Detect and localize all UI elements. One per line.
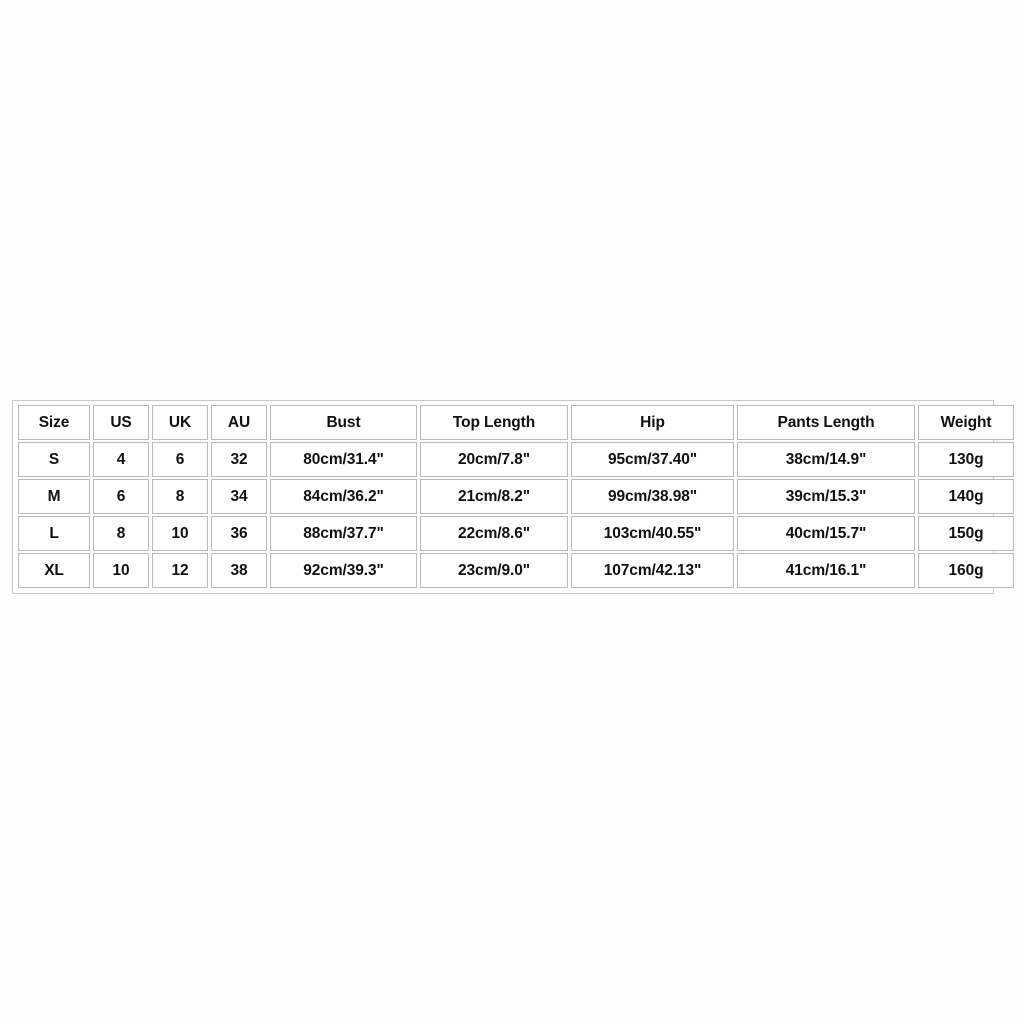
cell-hip: 103cm/40.55" (571, 516, 734, 551)
cell-weight: 150g (918, 516, 1014, 551)
table-row: S 4 6 32 80cm/31.4" 20cm/7.8" 95cm/37.40… (18, 442, 1014, 477)
size-chart-table: Size US UK AU Bust Top Length Hip Pants … (15, 403, 1017, 590)
cell-au: 36 (211, 516, 267, 551)
cell-top-length: 22cm/8.6" (420, 516, 568, 551)
cell-hip: 107cm/42.13" (571, 553, 734, 588)
cell-us: 6 (93, 479, 149, 514)
cell-top-length: 20cm/7.8" (420, 442, 568, 477)
table-header: Size US UK AU Bust Top Length Hip Pants … (18, 405, 1014, 440)
cell-au: 34 (211, 479, 267, 514)
cell-au: 38 (211, 553, 267, 588)
cell-weight: 140g (918, 479, 1014, 514)
cell-pants-length: 38cm/14.9" (737, 442, 915, 477)
cell-bust: 84cm/36.2" (270, 479, 417, 514)
cell-hip: 95cm/37.40" (571, 442, 734, 477)
cell-bust: 80cm/31.4" (270, 442, 417, 477)
column-header-us: US (93, 405, 149, 440)
cell-top-length: 21cm/8.2" (420, 479, 568, 514)
table-row: XL 10 12 38 92cm/39.3" 23cm/9.0" 107cm/4… (18, 553, 1014, 588)
column-header-top-length: Top Length (420, 405, 568, 440)
cell-weight: 160g (918, 553, 1014, 588)
column-header-weight: Weight (918, 405, 1014, 440)
cell-pants-length: 41cm/16.1" (737, 553, 915, 588)
size-chart-container: Size US UK AU Bust Top Length Hip Pants … (12, 400, 1014, 594)
cell-uk: 8 (152, 479, 208, 514)
table-header-row: Size US UK AU Bust Top Length Hip Pants … (18, 405, 1014, 440)
table-row: M 6 8 34 84cm/36.2" 21cm/8.2" 99cm/38.98… (18, 479, 1014, 514)
cell-us: 10 (93, 553, 149, 588)
cell-pants-length: 39cm/15.3" (737, 479, 915, 514)
column-header-uk: UK (152, 405, 208, 440)
cell-size: XL (18, 553, 90, 588)
cell-weight: 130g (918, 442, 1014, 477)
cell-uk: 10 (152, 516, 208, 551)
cell-us: 4 (93, 442, 149, 477)
column-header-hip: Hip (571, 405, 734, 440)
column-header-pants-length: Pants Length (737, 405, 915, 440)
table-row: L 8 10 36 88cm/37.7" 22cm/8.6" 103cm/40.… (18, 516, 1014, 551)
column-header-bust: Bust (270, 405, 417, 440)
cell-size: M (18, 479, 90, 514)
column-header-au: AU (211, 405, 267, 440)
cell-pants-length: 40cm/15.7" (737, 516, 915, 551)
cell-us: 8 (93, 516, 149, 551)
cell-bust: 92cm/39.3" (270, 553, 417, 588)
cell-bust: 88cm/37.7" (270, 516, 417, 551)
cell-uk: 12 (152, 553, 208, 588)
cell-au: 32 (211, 442, 267, 477)
cell-uk: 6 (152, 442, 208, 477)
column-header-size: Size (18, 405, 90, 440)
table-body: S 4 6 32 80cm/31.4" 20cm/7.8" 95cm/37.40… (18, 442, 1014, 588)
cell-size: L (18, 516, 90, 551)
cell-top-length: 23cm/9.0" (420, 553, 568, 588)
cell-hip: 99cm/38.98" (571, 479, 734, 514)
cell-size: S (18, 442, 90, 477)
